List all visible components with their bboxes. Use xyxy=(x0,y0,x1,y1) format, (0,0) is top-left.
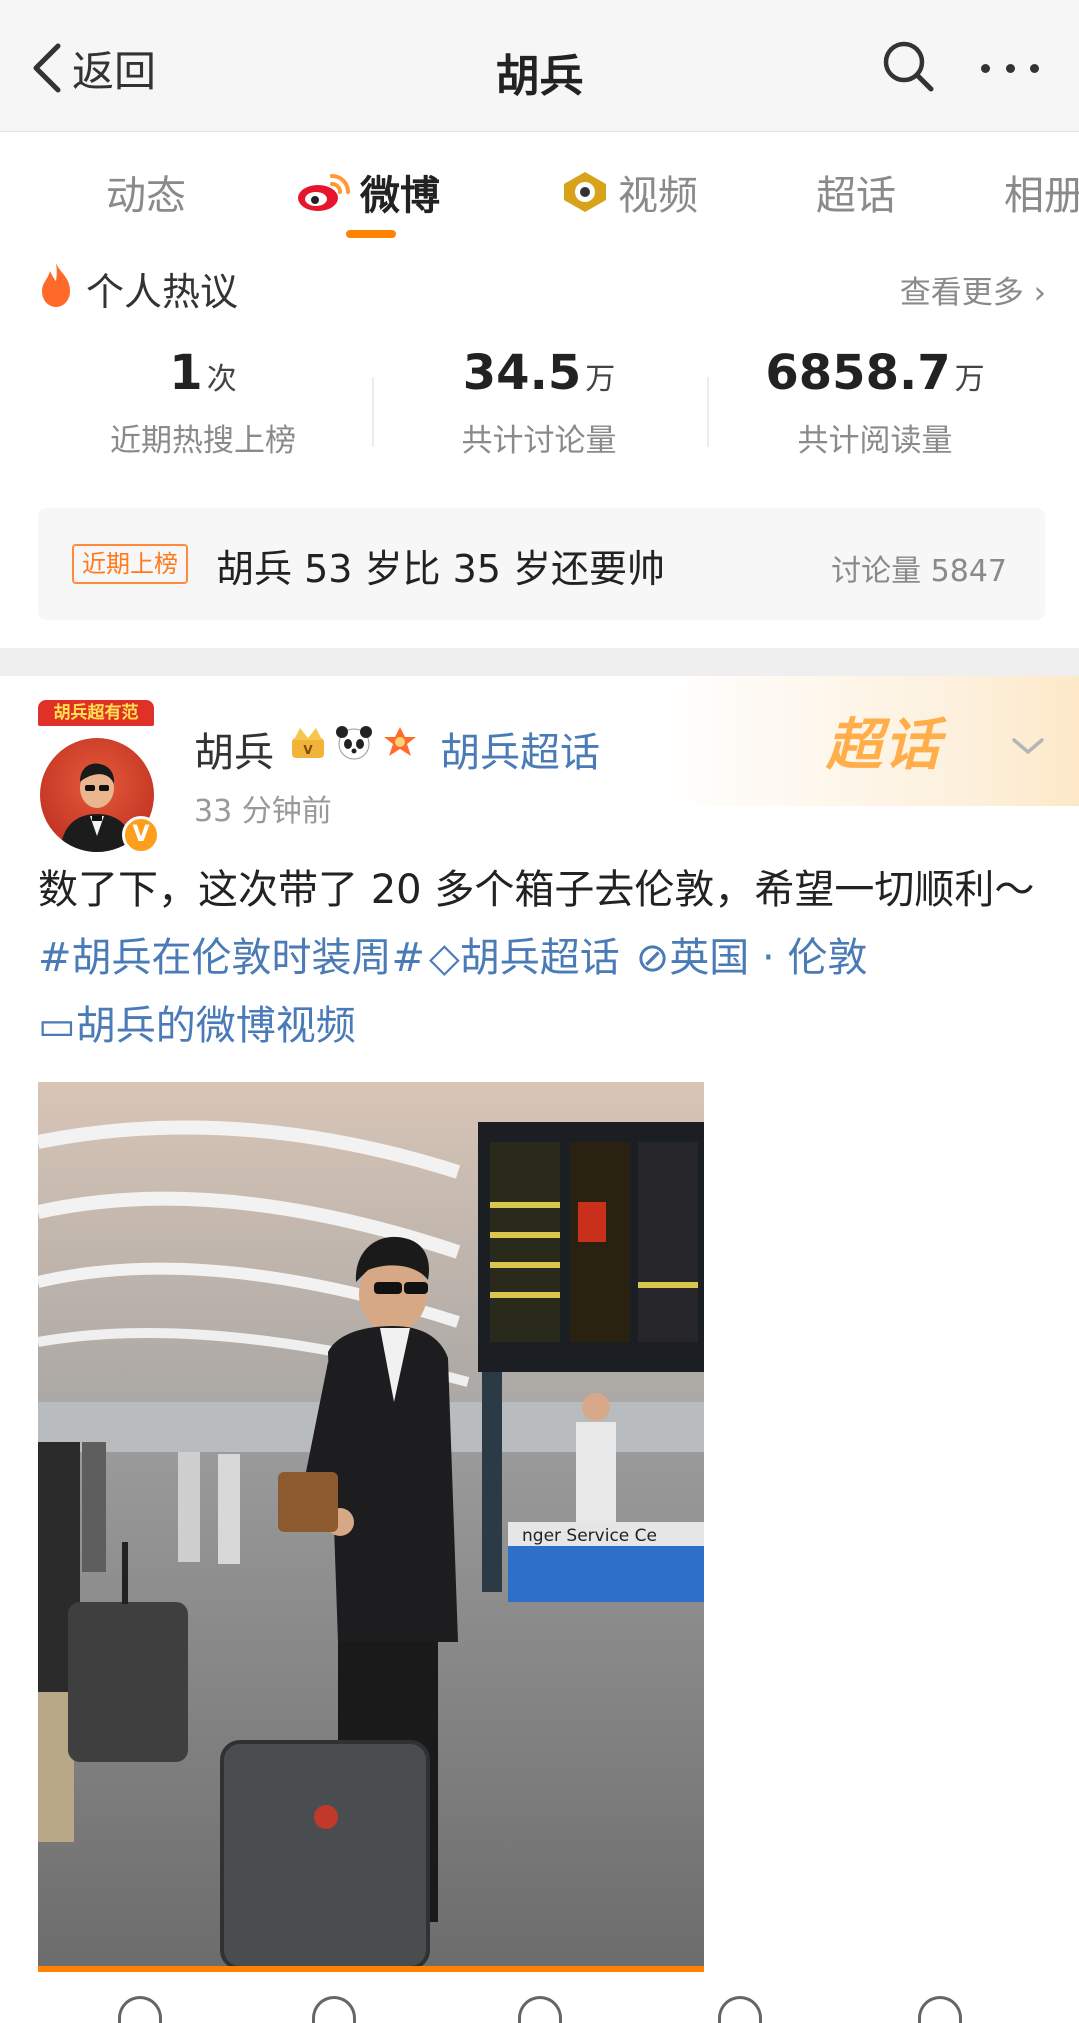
video-icon xyxy=(564,172,606,212)
tab-label: 超话 xyxy=(816,173,896,219)
tab-label: 动态 xyxy=(106,173,186,219)
profile-tabs: 动态 微博 视频 超话 相册 xyxy=(0,132,1079,242)
weibo-post: 超话 胡兵超有范 V 胡兵 V 胡兵超话 33 分钟前 数了下，这次带了 20 … xyxy=(0,676,1079,2023)
avatar-banner: 胡兵超有范 xyxy=(38,700,154,726)
stat-reads: 6858.7 万 共计阅读量 xyxy=(710,345,1040,460)
chevron-down-icon[interactable] xyxy=(1010,734,1046,758)
stat-hot-search: 1次 近期热搜上榜 xyxy=(38,345,368,460)
flame-icon xyxy=(42,263,70,307)
post-text: 数了下，这次带了 20 多个箱子去伦敦，希望一切顺利～ #胡兵在伦敦时装周# ◇胡兵… xyxy=(38,856,1048,1060)
post-body: 数了下，这次带了 20 多个箱子去伦敦，希望一切顺利～ xyxy=(38,867,1035,913)
stat-value: 1 xyxy=(169,345,203,401)
trending-topic[interactable]: 近期上榜 胡兵 53 岁比 35 岁还要帅 讨论量 5847 xyxy=(38,508,1045,620)
view-more-link[interactable]: 查看更多 › xyxy=(900,267,1046,312)
nav-icon[interactable] xyxy=(918,1996,962,2023)
trending-badge: 近期上榜 xyxy=(72,544,188,584)
super-topic-link[interactable]: ◇胡兵超话 xyxy=(429,935,620,981)
section-divider xyxy=(0,648,1079,676)
stat-unit: 次 xyxy=(206,362,237,397)
stat-discussions: 34.5 万 共计讨论量 xyxy=(374,345,704,460)
more-options-icon[interactable] xyxy=(975,40,1045,96)
search-icon[interactable] xyxy=(878,36,938,96)
hot-discussion-header: 个人热议 查看更多 › xyxy=(36,255,1046,315)
tab-video[interactable]: 视频 xyxy=(560,162,698,222)
airport-photo: nger Service Ce xyxy=(38,1082,704,1968)
video-link[interactable]: ▭胡兵的微博视频 xyxy=(38,1003,356,1049)
crown-badge-icon: V xyxy=(292,728,324,758)
tab-dynamic[interactable]: 动态 xyxy=(106,162,186,222)
stat-label: 近期热搜上榜 xyxy=(110,423,296,459)
trending-topic-text: 胡兵 53 岁比 35 岁还要帅 xyxy=(216,547,666,591)
stat-value: 6858.7 xyxy=(765,345,951,401)
verified-badge-icon: V xyxy=(122,816,160,854)
location-link[interactable]: ⊘英国 · 伦敦 xyxy=(636,935,868,981)
panda-icon xyxy=(336,726,372,760)
tab-label: 视频 xyxy=(618,173,698,219)
stat-value: 34.5 xyxy=(462,345,582,401)
post-photo[interactable]: nger Service Ce xyxy=(38,1082,704,1968)
tab-label: 相册 xyxy=(1004,173,1079,219)
author-badges: V xyxy=(288,724,426,762)
supertalk-link[interactable]: 胡兵超话 xyxy=(440,720,600,778)
stat-divider xyxy=(707,377,709,447)
tab-album[interactable]: 相册 xyxy=(1004,162,1079,222)
stat-label: 共计讨论量 xyxy=(461,423,617,459)
trending-discussion-count: 讨论量 5847 xyxy=(831,554,1007,589)
hashtag-link[interactable]: #胡兵在伦敦时装周# xyxy=(38,935,425,981)
service-center-sign: nger Service Ce xyxy=(522,1526,657,1546)
video-progress-bar xyxy=(38,1966,704,1972)
hot-discussion-title: 个人热议 xyxy=(86,270,239,314)
stat-unit: 万 xyxy=(585,362,616,397)
nav-icon[interactable] xyxy=(518,1996,562,2023)
author-avatar[interactable]: 胡兵超有范 V xyxy=(36,700,166,854)
weibo-logo-icon xyxy=(298,174,350,211)
post-time: 33 分钟前 xyxy=(194,794,332,829)
stat-label: 共计阅读量 xyxy=(797,423,953,459)
bottom-nav-hint xyxy=(0,1986,1079,2023)
top-bar: 返回 胡兵 xyxy=(0,0,1079,132)
supertalk-logo: 超话 xyxy=(826,713,942,778)
nav-icon[interactable] xyxy=(312,1996,356,2023)
hot-stats: 1次 近期热搜上榜 34.5 万 共计讨论量 6858.7 万 共计阅读量 xyxy=(0,345,1079,485)
stat-unit: 万 xyxy=(954,362,985,397)
mascot-badge-icon xyxy=(384,727,416,756)
tab-supertalk[interactable]: 超话 xyxy=(816,162,896,222)
active-tab-indicator xyxy=(346,230,396,238)
tab-weibo[interactable]: 微博 xyxy=(296,162,440,222)
svg-text:V: V xyxy=(303,743,313,757)
post-author[interactable]: 胡兵 xyxy=(194,720,274,778)
nav-icon[interactable] xyxy=(118,1996,162,2023)
nav-icon[interactable] xyxy=(718,1996,762,2023)
tab-label: 微博 xyxy=(360,173,440,219)
